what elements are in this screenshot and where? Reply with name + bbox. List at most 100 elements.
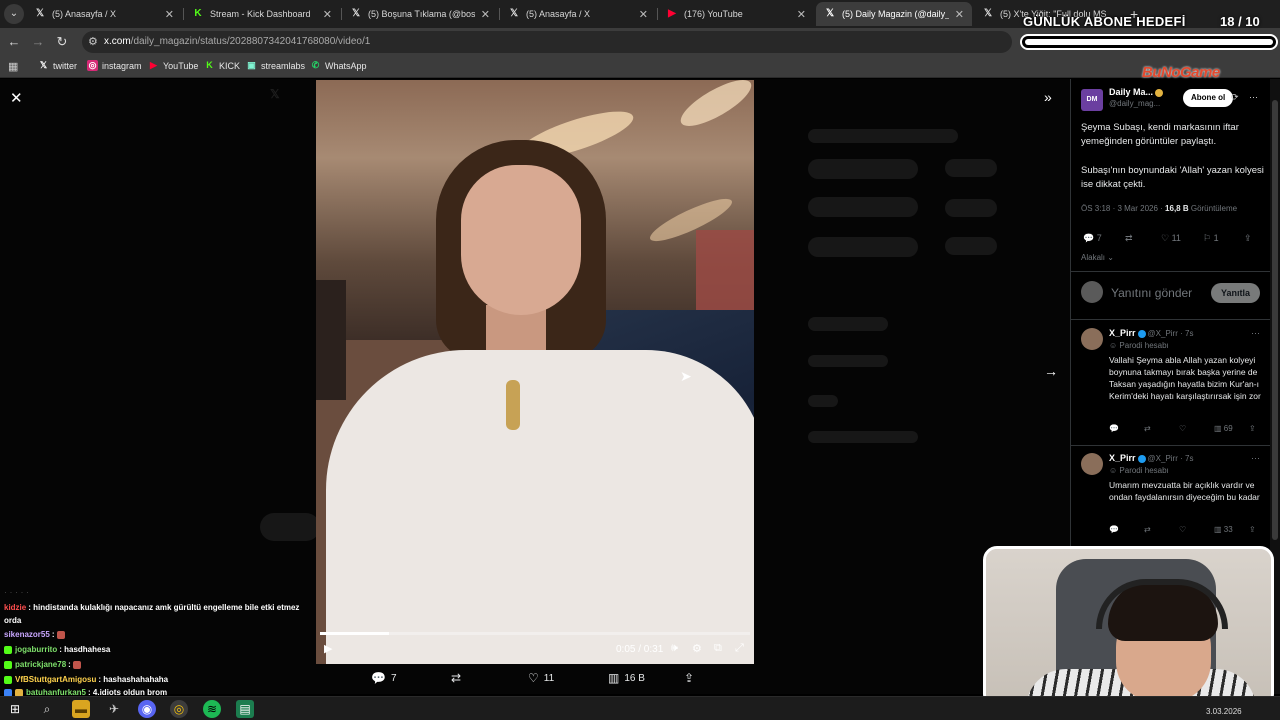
video-frame-face xyxy=(461,165,581,315)
chevron-double-right-icon[interactable]: » xyxy=(1044,89,1052,105)
bookmark-label: YouTube xyxy=(163,60,199,71)
avatar[interactable]: DM xyxy=(1081,89,1103,111)
share-icon[interactable]: ⇪ xyxy=(1249,424,1256,433)
retweet-icon[interactable]: ⇄ xyxy=(1144,525,1151,534)
picture-in-picture-icon[interactable]: ⧉ xyxy=(714,642,722,655)
reply-input[interactable]: Yanıtını gönder xyxy=(1111,286,1192,300)
more-options-icon[interactable]: ⋯ xyxy=(1249,92,1258,103)
subscribe-button[interactable]: Abone ol xyxy=(1183,89,1234,107)
settings-gear-icon[interactable]: ⚙ xyxy=(692,642,702,655)
kick-logo-icon: K xyxy=(194,8,202,19)
close-icon[interactable]: ✕ xyxy=(797,8,806,21)
bookmark-kick[interactable]: K KICK xyxy=(204,60,240,71)
file-explorer-icon[interactable]: ▬ xyxy=(72,700,90,718)
tab-daily-magazin[interactable]: 𝕏 (5) Daily Magazin (@daily_mag ✕ xyxy=(816,2,972,26)
background-follow-button xyxy=(945,159,997,177)
reply-author-name: X_Pirr xyxy=(1109,328,1136,338)
close-icon[interactable]: ✕ xyxy=(955,8,964,21)
bookmark-instagram[interactable]: ◎ instagram xyxy=(87,60,142,71)
video-seek-bar[interactable] xyxy=(320,632,750,635)
back-arrow-icon[interactable]: ← xyxy=(4,32,24,52)
video-controls: ▶ 0:05 / 0:31 🕪 ⚙ ⧉ ⤢ xyxy=(316,626,754,664)
tab-kick-dashboard[interactable]: K Stream - Kick Dashboard ✕ xyxy=(184,2,340,26)
retweet-button[interactable]: ⇄ xyxy=(1125,233,1133,244)
arrow-right-icon[interactable]: → xyxy=(1044,363,1058,379)
reload-icon[interactable]: ↻ xyxy=(52,32,72,52)
background-heading xyxy=(808,317,888,331)
tab-anasayfa-1[interactable]: 𝕏 (5) Anasayfa / X ✕ xyxy=(26,2,182,26)
search-icon[interactable]: ⌕ xyxy=(38,700,56,718)
reply-view-count: 69 xyxy=(1223,424,1233,433)
subscriber-goal-widget: GÜNLÜK ABONE HEDEFİ 18 / 10 xyxy=(1020,14,1278,54)
close-icon[interactable]: ✕ xyxy=(10,89,23,107)
reply-tweet[interactable]: X_Pirr @X_Pirr · 7s ⋯ ☺ Parodi hesabı Val… xyxy=(1071,328,1270,443)
avatar[interactable] xyxy=(1081,453,1103,475)
background-x-logo: 𝕏 xyxy=(270,87,280,101)
close-icon[interactable]: ✕ xyxy=(639,8,648,21)
like-action[interactable]: ♡ 11 xyxy=(528,671,554,685)
reply-sort-dropdown[interactable]: Alakalı ⌄ xyxy=(1081,253,1114,262)
reply-author[interactable]: X_Pirr @X_Pirr · 7s xyxy=(1109,328,1193,338)
reply-tweet[interactable]: X_Pirr @X_Pirr · 7s ⋯ ☺ Parodi hesabı Uma… xyxy=(1071,453,1270,543)
chat-username: kidzie xyxy=(4,603,27,612)
bookmark-twitter[interactable]: 𝕏 twitter xyxy=(38,60,77,71)
grok-icon[interactable]: ⟳ xyxy=(1231,92,1239,103)
chevron-down-icon[interactable]: ⌄ xyxy=(4,4,24,24)
bookmark-streamlabs[interactable]: ▣ streamlabs xyxy=(246,60,305,71)
forward-arrow-icon[interactable]: → xyxy=(28,32,48,52)
like-button[interactable]: ♡ 11 xyxy=(1161,233,1181,244)
retweet-action[interactable]: ⇄ xyxy=(451,671,466,685)
reply-author[interactable]: X_Pirr @X_Pirr · 7s xyxy=(1109,453,1193,463)
close-icon[interactable]: ✕ xyxy=(165,8,174,21)
views-button[interactable]: ▥ 69 xyxy=(1214,424,1233,433)
close-icon[interactable]: ✕ xyxy=(481,8,490,21)
taskbar: ⊞ ⌕ ▬ ✈ ◉ ◎ ≋ ▤ 3.03.2026 xyxy=(0,696,1280,720)
bookmark-button[interactable]: ⚐ 1 xyxy=(1203,233,1219,244)
scrollbar-thumb[interactable] xyxy=(1272,100,1278,540)
streamlabs-logo-icon: ▣ xyxy=(247,60,256,70)
tab-anasayfa-2[interactable]: 𝕏 (5) Anasayfa / X ✕ xyxy=(500,2,656,26)
more-options-icon[interactable]: ⋯ xyxy=(1251,453,1260,464)
share-button[interactable]: ⇪ xyxy=(1244,233,1252,244)
heart-icon[interactable]: ♡ xyxy=(1179,424,1186,433)
emote-icon xyxy=(73,660,82,669)
site-info-icon[interactable]: ⚙ xyxy=(88,35,98,48)
volume-icon[interactable]: 🕪 xyxy=(671,642,678,655)
chrome-icon[interactable]: ◎ xyxy=(170,700,188,718)
mouse-cursor-icon: ➤ xyxy=(680,368,692,384)
close-icon[interactable]: ✕ xyxy=(323,8,332,21)
heart-icon[interactable]: ♡ xyxy=(1179,525,1186,534)
views-action[interactable]: ▥ 16 B xyxy=(608,671,645,685)
app-icon[interactable]: ▤ xyxy=(236,700,254,718)
reply-action[interactable]: 💬 7 xyxy=(371,671,397,685)
apps-grid-icon[interactable]: ▦ xyxy=(8,60,18,73)
app-icon[interactable]: ✈ xyxy=(105,700,123,718)
reply-button[interactable]: 💬 7 xyxy=(1083,233,1102,244)
background-trend xyxy=(808,431,918,443)
url-text[interactable]: x.com/daily_magazin/status/2028807342041… xyxy=(104,36,370,47)
share-icon[interactable]: ⇪ xyxy=(1249,525,1256,534)
play-icon[interactable]: ▶ xyxy=(324,642,332,655)
author-handle[interactable]: @daily_mag... xyxy=(1109,99,1160,108)
windows-start-icon[interactable]: ⊞ xyxy=(6,700,24,718)
more-options-icon[interactable]: ⋯ xyxy=(1251,328,1260,339)
reply-view-count: 33 xyxy=(1223,525,1233,534)
spotify-icon[interactable]: ≋ xyxy=(203,700,221,718)
tab-youtube[interactable]: ▶ (176) YouTube ✕ xyxy=(658,2,814,26)
views-button[interactable]: ▥ 33 xyxy=(1214,525,1233,534)
avatar[interactable] xyxy=(1081,328,1103,350)
tweet-timestamp[interactable]: ÖS 3:18 · 3 Mar 2026 · xyxy=(1081,204,1165,213)
author-name[interactable]: Daily Ma... xyxy=(1109,87,1164,97)
address-bar[interactable]: ⚙ x.com/daily_magazin/status/20288073420… xyxy=(82,31,1012,53)
tweet-actions: 💬 7 ⇄ ♡ 11 ⚐ 1 ⇪ xyxy=(1081,233,1261,247)
reply-icon[interactable]: 💬 xyxy=(1109,525,1119,534)
bookmark-youtube[interactable]: ▶ YouTube xyxy=(148,60,198,71)
fullscreen-icon[interactable]: ⤢ xyxy=(735,642,744,655)
bookmark-whatsapp[interactable]: ✆ WhatsApp xyxy=(310,60,367,71)
tab-bosuna-tiklama[interactable]: 𝕏 (5) Boşuna Tıklama (@bosunati ✕ xyxy=(342,2,498,26)
share-action[interactable]: ⇪ xyxy=(684,671,699,685)
reply-icon[interactable]: 💬 xyxy=(1109,424,1119,433)
discord-icon[interactable]: ◉ xyxy=(138,700,156,718)
retweet-icon[interactable]: ⇄ xyxy=(1144,424,1151,433)
reply-submit-button[interactable]: Yanıtla xyxy=(1211,283,1261,303)
